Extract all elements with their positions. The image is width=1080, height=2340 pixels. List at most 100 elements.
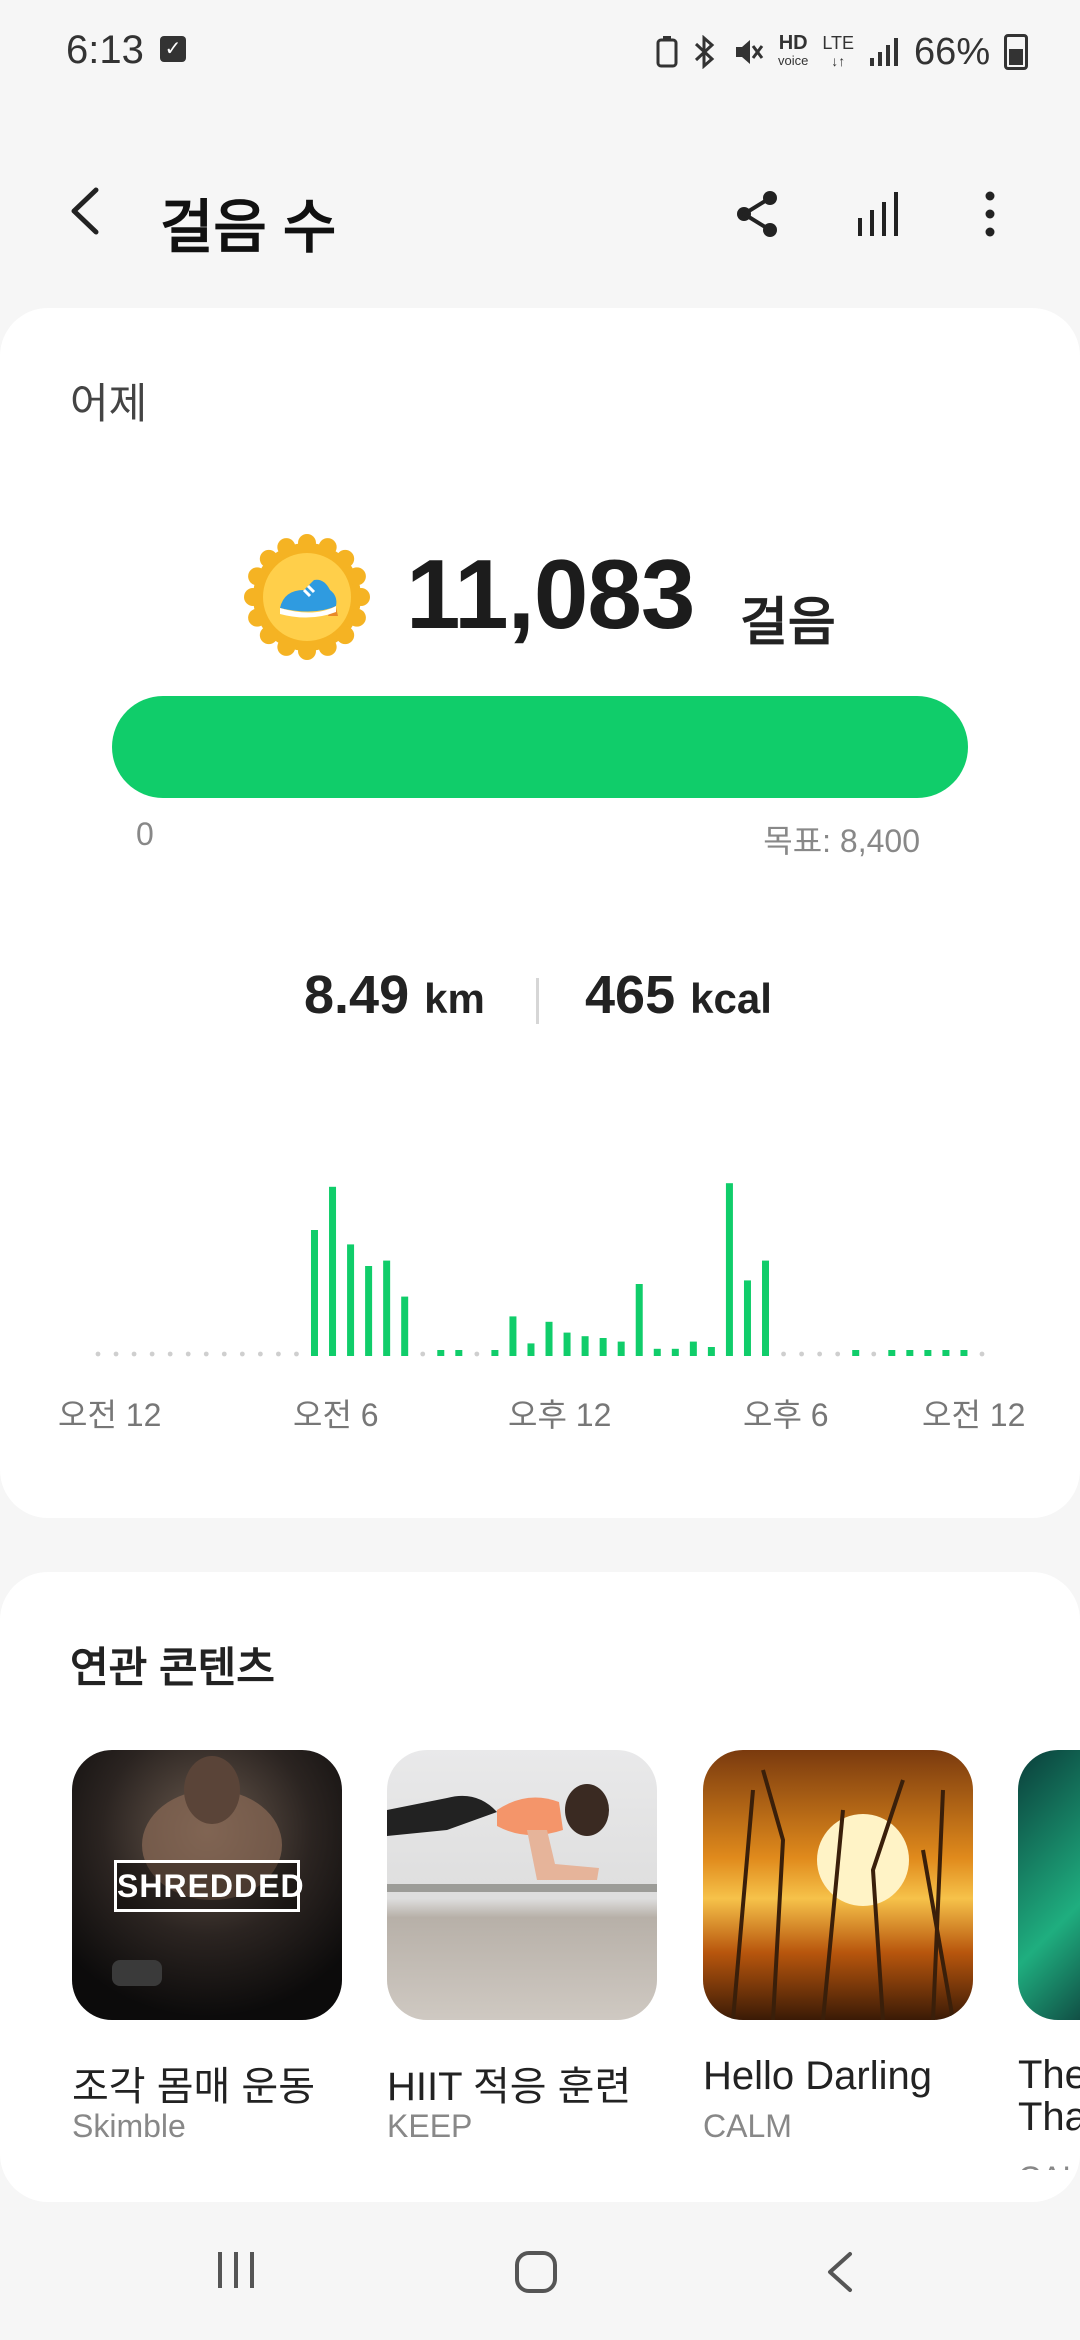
distance-metric: 8.49 km: [304, 964, 485, 1026]
thumbnail-image: [1018, 1750, 1080, 2020]
chart-bar: [852, 1350, 860, 1356]
trends-chart-icon[interactable]: [852, 186, 908, 242]
bluetooth-icon: [694, 35, 715, 69]
battery-icon: [1004, 34, 1029, 70]
battery-saver-icon: [656, 36, 678, 68]
related-item-name: 조각 몸매 운동: [72, 2065, 316, 2109]
home-icon[interactable]: [514, 2250, 558, 2294]
share-icon[interactable]: [730, 186, 786, 242]
more-options-icon[interactable]: [970, 186, 1010, 242]
chart-empty-point: [474, 1351, 480, 1357]
related-item-source: CAL: [1018, 2160, 1080, 2170]
status-bar: 6:13 ✓ HD voice LTE ↓↑ 66%: [0, 0, 1080, 100]
goal-achieved-shoe-badge-icon: [244, 534, 370, 660]
related-item-hiit[interactable]: HIIT 적응 훈련 KEEP: [387, 1750, 659, 2144]
chart-bar: [455, 1350, 463, 1356]
metric-divider: [536, 978, 539, 1024]
mute-icon: [736, 40, 764, 64]
step-unit: 걸음: [740, 594, 836, 652]
period-label: 어제: [70, 380, 148, 427]
chart-empty-point: [113, 1351, 119, 1357]
hd-label: HD: [778, 32, 808, 54]
related-content-title: 연관 콘텐츠: [70, 1644, 275, 1691]
chart-bar: [671, 1348, 679, 1356]
chart-bar: [527, 1343, 535, 1356]
related-item-name: HIIT 적응 훈련: [387, 2065, 632, 2109]
chart-bar: [365, 1266, 373, 1356]
progress-min-label: 0: [136, 816, 154, 852]
x-tick-label: 오전 12: [922, 1397, 1026, 1433]
hd-voice-icon: HD voice: [778, 32, 809, 70]
chart-bar: [310, 1230, 318, 1356]
goal-label: 목표: 8,400: [763, 823, 920, 859]
related-item-source: CALM: [703, 2108, 792, 2144]
voice-label: voice: [778, 53, 809, 68]
signal-icon: [870, 38, 899, 66]
chart-empty-point: [799, 1351, 804, 1357]
chart-bar: [635, 1284, 643, 1356]
chart-bar: [437, 1350, 445, 1356]
chart-empty-point: [203, 1351, 209, 1357]
chart-bar: [545, 1321, 553, 1356]
chart-empty-point: [149, 1351, 155, 1357]
chart-empty-point: [185, 1351, 191, 1357]
page-title: 걸음 수: [160, 195, 337, 260]
chart-empty-point: [257, 1351, 263, 1357]
steps-summary-card[interactable]: 어제 11,083 걸음 0 목표: 8,400 8.49 km 465 kca…: [0, 308, 1080, 1518]
chart-bar: [924, 1350, 932, 1356]
lte-label: LTE: [822, 33, 855, 53]
chart-empty-point: [221, 1351, 227, 1357]
shredded-label: SHREDDED: [114, 1860, 304, 1912]
chart-bar: [599, 1338, 607, 1356]
chart-bar: [888, 1350, 896, 1356]
x-tick-label: 오전 6: [293, 1397, 379, 1433]
chart-bar: [707, 1347, 715, 1356]
chart-empty-point: [131, 1351, 137, 1357]
hourly-steps-chart[interactable]: [50, 1168, 1030, 1408]
related-item-source: KEEP: [387, 2108, 473, 2144]
distance-value: 8.49: [304, 965, 410, 1025]
calories-metric: 465 kcal: [585, 964, 772, 1026]
chart-bar: [383, 1260, 391, 1356]
related-content-card: 연관 콘텐츠 SHREDDED 조각 몸매 운동 Skimble HIIT 적응…: [0, 1572, 1080, 2202]
chart-empty-point: [167, 1351, 173, 1357]
thumbnail-image: SHREDDED: [72, 1750, 342, 2020]
chart-empty-point: [420, 1351, 426, 1357]
recent-apps-icon[interactable]: [214, 2250, 258, 2290]
x-tick-label: 오전 12: [58, 1397, 162, 1433]
related-item-name: The Tha: [1018, 2053, 1080, 2139]
related-item-name: Hello Darling: [703, 2054, 932, 2098]
chart-bar: [491, 1350, 499, 1356]
related-item-partial[interactable]: The Tha CAL: [1018, 1750, 1080, 2170]
chart-bar: [689, 1341, 697, 1356]
step-count: 11,083: [406, 539, 695, 649]
chart-bar: [906, 1350, 914, 1356]
related-item-source: Skimble: [72, 2108, 186, 2144]
chart-empty-point: [979, 1351, 985, 1357]
chart-bar: [581, 1336, 589, 1356]
back-nav-icon[interactable]: [822, 2250, 858, 2294]
chart-empty-point: [276, 1351, 281, 1357]
chart-empty-point: [95, 1351, 101, 1357]
chart-bar: [653, 1348, 661, 1356]
chart-bar: [563, 1332, 571, 1356]
status-time: 6:13: [66, 28, 144, 72]
chart-bar: [762, 1260, 770, 1356]
back-arrow-icon[interactable]: [60, 184, 114, 238]
calories-unit: kcal: [690, 975, 772, 1022]
chart-empty-point: [817, 1351, 823, 1357]
goal-progress-bar: [112, 696, 968, 798]
battery-percent: 66%: [914, 30, 991, 73]
status-icons: HD voice LTE ↓↑ 66%: [656, 30, 1029, 74]
chart-bar: [401, 1296, 409, 1356]
chart-empty-point: [239, 1351, 245, 1357]
lte-icon: LTE ↓↑: [822, 33, 855, 69]
chart-bar: [509, 1316, 517, 1356]
chart-empty-point: [781, 1351, 786, 1357]
related-item-hello-darling[interactable]: Hello Darling CALM: [703, 1750, 975, 2144]
chart-bar: [725, 1183, 733, 1356]
chart-bar: [942, 1350, 950, 1356]
related-item-shredded[interactable]: SHREDDED 조각 몸매 운동 Skimble: [72, 1750, 344, 2144]
distance-unit: km: [424, 975, 485, 1022]
x-tick-label: 오후 6: [743, 1397, 829, 1433]
